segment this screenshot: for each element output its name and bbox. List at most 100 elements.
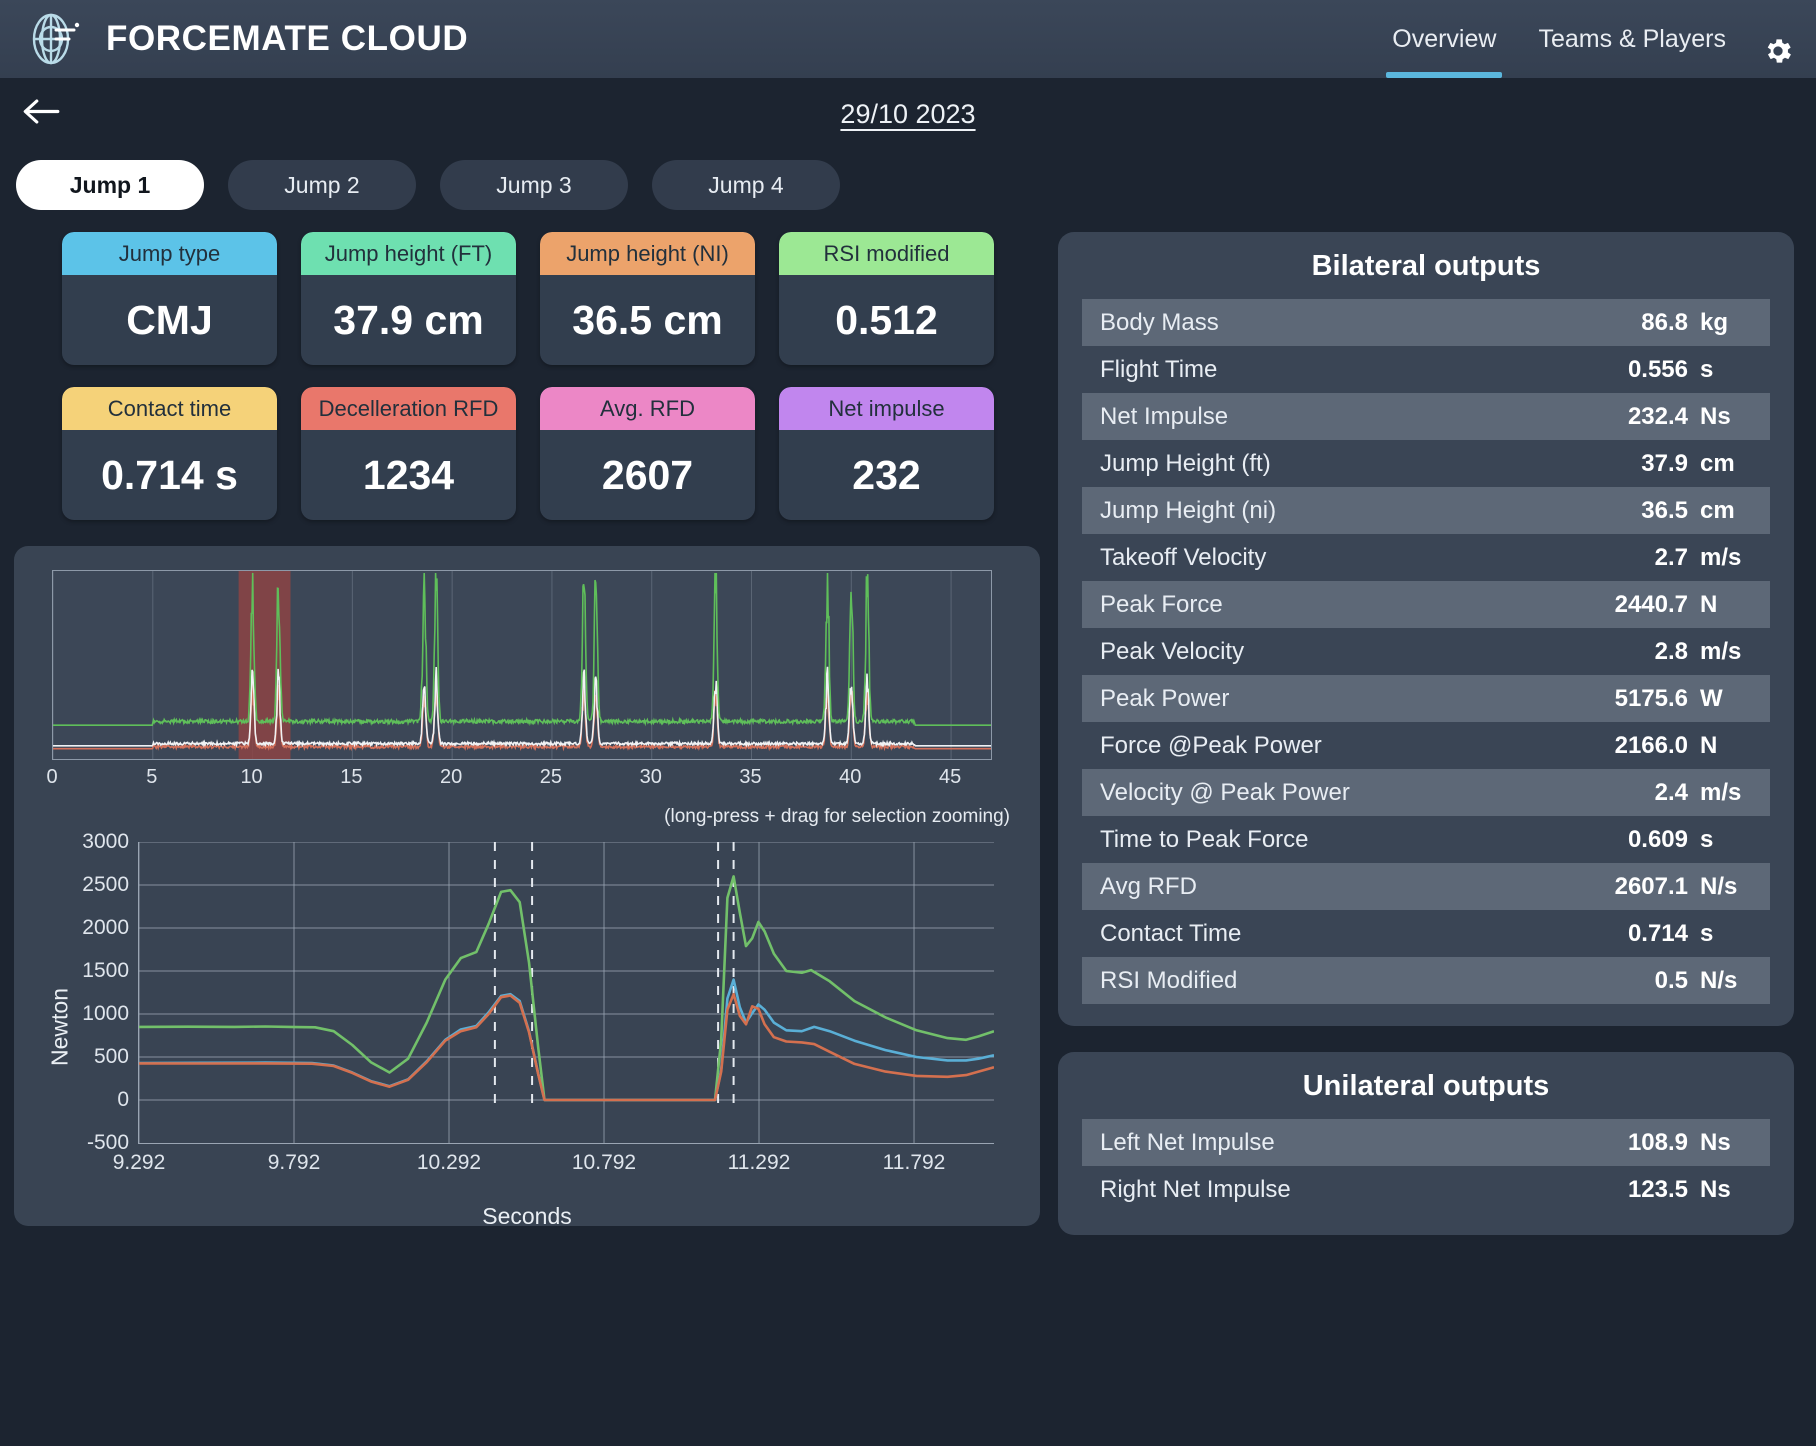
detail-trace bbox=[139, 980, 994, 1100]
jump-tab-1-label: Jump 1 bbox=[70, 172, 151, 199]
output-value: 2.4m/s bbox=[1655, 779, 1752, 807]
output-row: Time to Peak Force0.609s bbox=[1082, 816, 1770, 863]
output-label: Jump Height (ni) bbox=[1100, 497, 1276, 525]
nav-tab-overview[interactable]: Overview bbox=[1386, 0, 1502, 78]
output-label: Avg RFD bbox=[1100, 873, 1197, 901]
detail-x-tick: 11.792 bbox=[883, 1151, 946, 1175]
nav-tab-teams-players[interactable]: Teams & Players bbox=[1532, 0, 1732, 78]
jump-tab-3-label: Jump 3 bbox=[496, 172, 571, 199]
overview-x-tick: 25 bbox=[540, 766, 562, 789]
output-label: RSI Modified bbox=[1100, 967, 1237, 995]
jump-tab-4[interactable]: Jump 4 bbox=[652, 160, 840, 210]
kpi-card: Decelleration RFD1234 bbox=[301, 387, 516, 520]
output-value: 2166.0N bbox=[1615, 732, 1752, 760]
detail-x-axis-label: Seconds bbox=[30, 1203, 1024, 1230]
detail-y-tick: 2500 bbox=[82, 873, 129, 897]
gear-icon bbox=[1762, 35, 1794, 72]
detail-y-tick: 0 bbox=[117, 1088, 129, 1112]
output-label: Left Net Impulse bbox=[1100, 1129, 1275, 1157]
detail-x-tick: 11.292 bbox=[728, 1151, 791, 1175]
output-label: Jump Height (ft) bbox=[1100, 450, 1271, 478]
overview-chart[interactable]: 051015202530354045 bbox=[30, 564, 1024, 794]
output-value: 86.8kg bbox=[1641, 309, 1752, 337]
overview-traces bbox=[53, 571, 991, 759]
detail-plot-area[interactable]: -5000500100015002000250030009.2929.79210… bbox=[138, 842, 994, 1144]
overview-x-tick: 15 bbox=[340, 766, 362, 789]
kpi-value: 0.714 s bbox=[62, 430, 277, 520]
overview-x-tick: 40 bbox=[839, 766, 861, 789]
output-label: Flight Time bbox=[1100, 356, 1217, 384]
settings-button[interactable] bbox=[1762, 35, 1794, 78]
detail-y-axis-label: Newton bbox=[47, 988, 74, 1066]
overview-x-axis: 051015202530354045 bbox=[52, 764, 992, 794]
overview-x-tick: 45 bbox=[939, 766, 961, 789]
jump-tab-2-label: Jump 2 bbox=[284, 172, 359, 199]
kpi-value: 0.512 bbox=[779, 275, 994, 365]
detail-trace bbox=[139, 994, 994, 1100]
output-label: Peak Force bbox=[1100, 591, 1223, 619]
output-value: 0.714s bbox=[1628, 920, 1752, 948]
detail-x-tick: 9.792 bbox=[268, 1151, 321, 1175]
kpi-label: Contact time bbox=[62, 387, 277, 430]
main-content: Jump typeCMJJump height (FT)37.9 cmJump … bbox=[0, 210, 1816, 1446]
detail-chart[interactable]: Newton -5000500100015002000250030009.292… bbox=[30, 832, 1024, 1222]
output-row: Contact Time0.714s bbox=[1082, 910, 1770, 957]
brand: FORCEMATE CLOUD bbox=[26, 10, 468, 68]
kpi-card: Avg. RFD2607 bbox=[540, 387, 755, 520]
jump-tab-2[interactable]: Jump 2 bbox=[228, 160, 416, 210]
sub-header: 29/10 2023 bbox=[0, 78, 1816, 150]
jump-tab-1[interactable]: Jump 1 bbox=[16, 160, 204, 210]
app-header: FORCEMATE CLOUD Overview Teams & Players bbox=[0, 0, 1816, 78]
kpi-value: 2607 bbox=[540, 430, 755, 520]
nav-tab-overview-label: Overview bbox=[1392, 25, 1496, 54]
unilateral-outputs-title: Unilateral outputs bbox=[1082, 1070, 1770, 1103]
left-column: Jump typeCMJJump height (FT)37.9 cmJump … bbox=[0, 232, 1040, 1446]
kpi-label: Avg. RFD bbox=[540, 387, 755, 430]
output-label: Body Mass bbox=[1100, 309, 1219, 337]
output-row: Avg RFD2607.1N/s bbox=[1082, 863, 1770, 910]
kpi-value: 37.9 cm bbox=[301, 275, 516, 365]
detail-y-tick: 500 bbox=[94, 1045, 129, 1069]
kpi-label: Jump height (NI) bbox=[540, 232, 755, 275]
kpi-card: Jump height (FT)37.9 cm bbox=[301, 232, 516, 365]
output-value: 2.8m/s bbox=[1655, 638, 1752, 666]
detail-y-tick: 3000 bbox=[82, 830, 129, 854]
output-value: 123.5Ns bbox=[1628, 1176, 1752, 1204]
output-label: Force @Peak Power bbox=[1100, 732, 1322, 760]
kpi-label: Decelleration RFD bbox=[301, 387, 516, 430]
output-row: Jump Height (ni)36.5cm bbox=[1082, 487, 1770, 534]
main-nav: Overview Teams & Players bbox=[1386, 0, 1794, 78]
kpi-value: 1234 bbox=[301, 430, 516, 520]
output-label: Net Impulse bbox=[1100, 403, 1228, 431]
kpi-card: Jump height (NI)36.5 cm bbox=[540, 232, 755, 365]
output-row: Peak Velocity2.8m/s bbox=[1082, 628, 1770, 675]
kpi-label: RSI modified bbox=[779, 232, 994, 275]
overview-x-tick: 10 bbox=[240, 766, 262, 789]
output-row: Velocity @ Peak Power2.4m/s bbox=[1082, 769, 1770, 816]
unilateral-rows: Left Net Impulse 108.9Ns Right Net Impulse… bbox=[1082, 1119, 1770, 1213]
overview-selection-band bbox=[239, 571, 291, 759]
detail-x-tick: 9.292 bbox=[113, 1151, 166, 1175]
bilateral-outputs-panel: Bilateral outputs Body Mass86.8kgFlight … bbox=[1058, 232, 1794, 1026]
detail-y-tick: 1500 bbox=[82, 959, 129, 983]
output-row: Right Net Impulse 123.5Ns bbox=[1082, 1166, 1770, 1213]
session-date[interactable]: 29/10 2023 bbox=[0, 99, 1816, 130]
forcemate-logo-icon bbox=[26, 10, 84, 68]
kpi-card: Contact time0.714 s bbox=[62, 387, 277, 520]
output-label: Time to Peak Force bbox=[1100, 826, 1309, 854]
overview-plot-area[interactable] bbox=[52, 570, 992, 760]
output-label: Right Net Impulse bbox=[1100, 1176, 1291, 1204]
detail-x-tick: 10.792 bbox=[572, 1151, 636, 1175]
output-value: 0.556s bbox=[1628, 356, 1752, 384]
output-value: 37.9cm bbox=[1641, 450, 1752, 478]
detail-traces bbox=[139, 842, 994, 1143]
output-value: 0.5N/s bbox=[1655, 967, 1752, 995]
output-row: Jump Height (ft) 37.9cm bbox=[1082, 440, 1770, 487]
output-value: 232.4Ns bbox=[1628, 403, 1752, 431]
kpi-card: Net impulse232 bbox=[779, 387, 994, 520]
output-value: 108.9Ns bbox=[1628, 1129, 1752, 1157]
zoom-hint: (long-press + drag for selection zooming… bbox=[30, 794, 1024, 832]
overview-x-tick: 20 bbox=[440, 766, 462, 789]
jump-tab-3[interactable]: Jump 3 bbox=[440, 160, 628, 210]
unilateral-outputs-panel: Unilateral outputs Left Net Impulse 108.9… bbox=[1058, 1052, 1794, 1235]
